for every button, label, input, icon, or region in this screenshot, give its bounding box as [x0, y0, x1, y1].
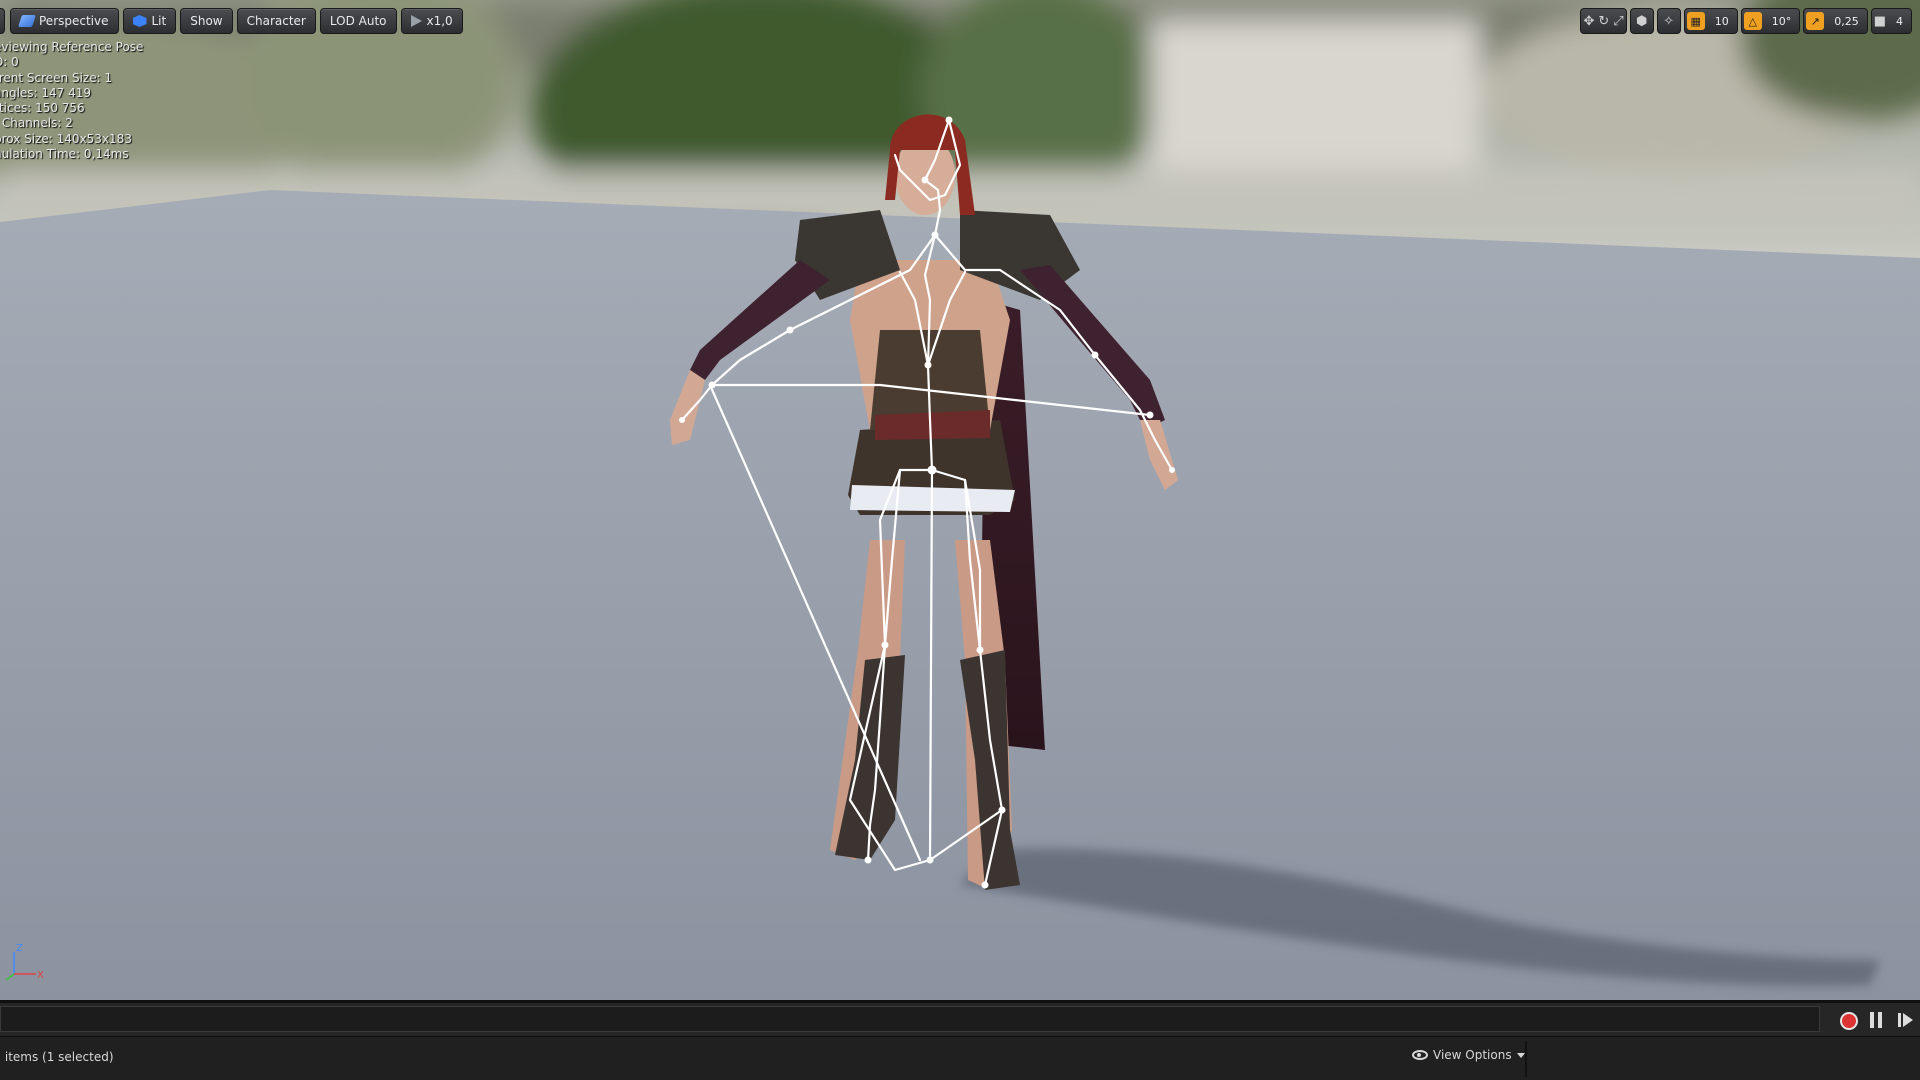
items-count: ; items (1 selected) [0, 1050, 114, 1064]
camera-speed-control[interactable]: ■ 4 [1870, 8, 1912, 34]
move-icon[interactable]: ✥ [1583, 15, 1594, 28]
rotate-icon[interactable]: ↻ [1598, 15, 1609, 28]
stats-line: rrent Screen Size: 1 [0, 70, 113, 85]
rotation-snap-icon[interactable]: △ [1743, 12, 1762, 30]
transform-toolbar: ✥ ↻ ⤢ ⬢ ✧ ▦ 10 △ 10° ↗ 0,25 ■ 4 [1580, 8, 1912, 34]
lod-label: LOD Auto [329, 14, 387, 28]
perspective-button[interactable]: Perspective [10, 8, 119, 34]
view-options-button[interactable]: View Options [1412, 1048, 1525, 1062]
perspective-icon [18, 15, 36, 27]
world-space-button[interactable]: ⬢ [1629, 8, 1654, 34]
axis-x-label: X [37, 970, 44, 981]
timeline-bar [0, 1000, 1920, 1036]
stats-line: angles: 147 419 [0, 85, 92, 100]
show-button[interactable]: Show [180, 8, 233, 34]
stats-line: / Channels: 2 [0, 116, 73, 131]
status-bar: ; items (1 selected) View Options [0, 1036, 1920, 1080]
record-button[interactable] [1840, 1012, 1858, 1030]
timeline-track[interactable] [0, 1006, 1820, 1032]
step-forward-button[interactable] [1898, 1012, 1916, 1028]
stats-line: eviewing Reference Pose [0, 40, 144, 54]
status-divider [1525, 1041, 1527, 1077]
chevron-down-icon [1516, 1052, 1525, 1058]
viewport-toolbar: Perspective Lit Show Character LOD Auto … [10, 8, 463, 34]
viewport[interactable]: Perspective Lit Show Character LOD Auto … [0, 0, 1920, 1000]
surface-snap-icon: ✧ [1663, 13, 1675, 29]
pause-button[interactable] [1870, 1012, 1884, 1028]
scene-render [0, 0, 1920, 1000]
stats-line: D: 0 [0, 55, 19, 70]
rotation-snap-control[interactable]: △ 10° [1740, 8, 1801, 34]
stats-line: rtices: 150 756 [0, 101, 85, 116]
grid-snap-value[interactable]: 10 [1709, 15, 1735, 28]
play-rate-label: x1,0 [426, 14, 453, 28]
lod-button[interactable]: LOD Auto [319, 8, 397, 34]
stats-line: prox Size: 140x53x183 [0, 131, 132, 146]
scale-snap-control[interactable]: ↗ 0,25 [1803, 8, 1868, 34]
transform-mode-group: ✥ ↻ ⤢ [1580, 8, 1627, 34]
character-button[interactable]: Character [236, 8, 316, 34]
lit-button[interactable]: Lit [122, 8, 177, 34]
scale-icon[interactable]: ⤢ [1613, 15, 1623, 28]
surface-snap-button[interactable]: ✧ [1656, 8, 1681, 34]
axis-gizmo: Z X [5, 943, 44, 981]
rotation-snap-value[interactable]: 10° [1766, 15, 1798, 28]
scale-snap-value[interactable]: 0,25 [1828, 15, 1865, 28]
lit-icon [132, 15, 147, 27]
viewport-options-tab[interactable] [0, 8, 5, 34]
play-rate-button[interactable]: x1,0 [400, 8, 463, 34]
perspective-label: Perspective [39, 14, 109, 28]
play-icon [410, 15, 422, 27]
show-label: Show [190, 14, 223, 28]
viewport-stats: eviewing Reference Pose D: 0 rrent Scree… [0, 40, 143, 162]
grid-snap-icon[interactable]: ▦ [1686, 12, 1705, 30]
camera-icon: ■ [1873, 13, 1886, 29]
lit-label: Lit [151, 14, 167, 28]
grid-snap-control[interactable]: ▦ 10 [1683, 8, 1738, 34]
scale-snap-icon[interactable]: ↗ [1806, 12, 1825, 30]
eye-icon [1412, 1050, 1428, 1060]
stats-line: nulation Time: 0,14ms [0, 147, 129, 162]
axis-z-label: Z [16, 943, 23, 954]
character-label: Character [246, 14, 306, 28]
view-options-label: View Options [1433, 1048, 1512, 1062]
camera-speed-value: 4 [1896, 14, 1903, 28]
world-space-icon: ⬢ [1636, 13, 1648, 29]
